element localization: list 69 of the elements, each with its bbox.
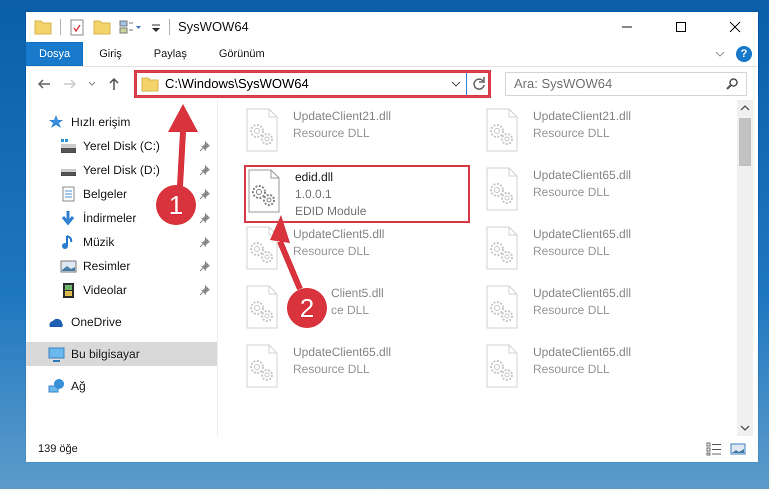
details-view-icon[interactable] [706, 442, 722, 456]
step-number: 2 [300, 293, 314, 323]
pin-icon[interactable] [199, 140, 211, 152]
scrollbar-thumb[interactable] [739, 118, 751, 166]
folder-icon [141, 74, 161, 92]
drive-icon [60, 138, 77, 154]
file-detail: Resource DLL [533, 302, 611, 319]
close-icon [729, 21, 741, 33]
sidebar-item[interactable]: Yerel Disk (D:) [83, 161, 160, 179]
folder-icon[interactable] [34, 18, 52, 36]
ribbon-tab[interactable]: Giriş [83, 42, 138, 66]
star-icon [48, 114, 65, 130]
step-number: 1 [168, 190, 184, 220]
file-detail: ce DLL [331, 302, 370, 319]
back-icon [37, 76, 51, 90]
landscape-icon [60, 258, 77, 274]
film-icon [60, 282, 77, 298]
help-button[interactable]: ? [736, 46, 752, 62]
ribbon-tab[interactable]: Paylaş [138, 42, 203, 66]
address-bar[interactable]: C:\Windows\SysWOW64 [134, 70, 491, 98]
step-marker [287, 288, 327, 328]
maximize-icon [675, 21, 687, 33]
pin-icon[interactable] [199, 284, 211, 296]
view-options-icon[interactable] [119, 18, 143, 36]
file-detail: Resource DLL [533, 125, 611, 142]
file-detail: EDID Module [295, 203, 366, 220]
new-folder-icon[interactable] [93, 18, 111, 36]
pin-icon[interactable] [199, 188, 211, 200]
sidebar-item[interactable]: İndirmeler [83, 209, 136, 227]
file-detail: Resource DLL [533, 243, 611, 260]
sidebar-item[interactable]: Bu bilgisayar [71, 345, 140, 363]
large-icons-view-icon[interactable] [730, 442, 746, 456]
up-icon [107, 76, 121, 90]
search-field[interactable]: Ara: SysWOW64 [505, 72, 747, 96]
forward-icon [63, 76, 77, 90]
sidebar-item[interactable]: Videolar [83, 281, 127, 299]
document-icon [60, 186, 77, 202]
file-detail: Resource DLL [533, 184, 611, 201]
pin-icon[interactable] [199, 260, 211, 272]
step-marker [156, 185, 196, 225]
globe-monitor-icon [48, 378, 65, 394]
file-detail: Resource DLL [533, 361, 611, 378]
sidebar-item[interactable]: Ağ [71, 377, 86, 395]
file-name[interactable]: edid.dll [295, 169, 366, 186]
file-menu-button[interactable]: Dosya [26, 42, 84, 66]
file-detail: Resource DLL [293, 125, 371, 142]
pin-icon[interactable] [199, 164, 211, 176]
sidebar-item[interactable]: OneDrive [71, 313, 122, 331]
ribbon-tab[interactable]: Görünüm [202, 42, 281, 66]
sidebar-item[interactable]: Müzik [83, 233, 114, 251]
sidebar-item[interactable]: Resimler [83, 257, 130, 275]
window-title: SysWOW64 [178, 18, 249, 36]
chevron-down-icon [87, 78, 97, 88]
file-detail: 1.0.0.1 [295, 186, 333, 203]
file-detail: Resource DLL [293, 243, 371, 260]
item-count: 139 öğe [38, 442, 78, 457]
properties-icon[interactable] [69, 18, 85, 36]
sidebar-item[interactable]: Yerel Disk (C:) [83, 137, 160, 155]
search-icon[interactable] [725, 76, 739, 90]
sidebar-item[interactable]: Hızlı erişim [71, 113, 130, 131]
address-field[interactable]: C:\Windows\SysWOW64 [161, 74, 449, 94]
down-arrow-icon [60, 210, 77, 226]
file-detail: Resource DLL [293, 361, 371, 378]
pin-icon[interactable] [199, 212, 211, 224]
monitor-icon [48, 346, 65, 362]
pin-icon[interactable] [199, 236, 211, 248]
gear-file-icon[interactable] [248, 169, 280, 213]
sidebar-item[interactable]: Belgeler [83, 185, 128, 203]
scrollbar[interactable] [737, 100, 753, 436]
